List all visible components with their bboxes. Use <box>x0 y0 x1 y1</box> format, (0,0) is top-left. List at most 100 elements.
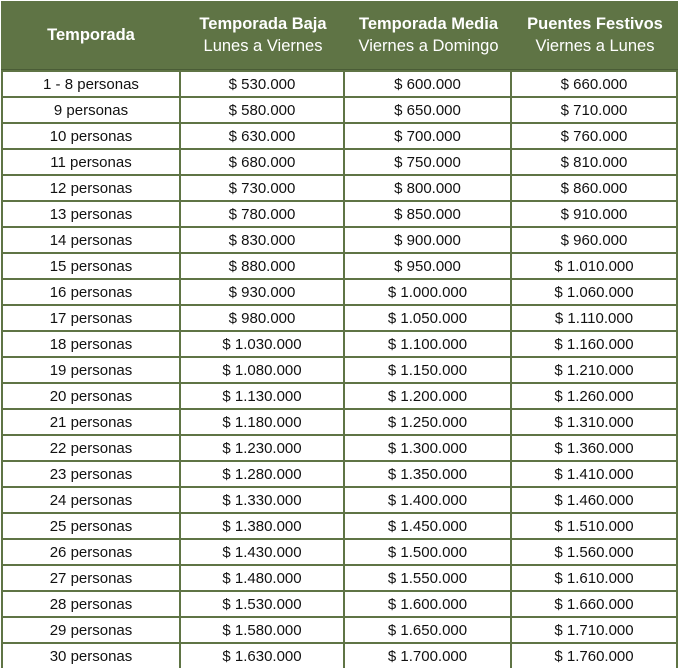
table-row: 25 personas $ 1.380.000 $ 1.450.000 $ 1.510… <box>1 514 678 540</box>
group-size-cell: 22 personas <box>1 436 181 462</box>
price-value: $ 760.000 <box>560 127 628 145</box>
price-value: $ 730.000 <box>228 179 296 197</box>
group-size-cell: 20 personas <box>1 384 181 410</box>
group-size-label: 10 personas <box>49 127 133 145</box>
price-temporada-media: $ 800.000 <box>345 176 512 202</box>
price-value: $ 580.000 <box>228 101 296 119</box>
header-subtitle: Viernes a Domingo <box>358 37 499 55</box>
price-temporada-media: $ 700.000 <box>345 124 512 150</box>
table-row: 21 personas $ 1.180.000 $ 1.250.000 $ 1.310… <box>1 410 678 436</box>
group-size-label: 18 personas <box>49 335 133 353</box>
group-size-cell: 25 personas <box>1 514 181 540</box>
price-value: $ 1.510.000 <box>554 517 634 535</box>
price-value: $ 1.400.000 <box>387 491 468 509</box>
price-value: $ 1.560.000 <box>554 543 634 561</box>
group-size-label: 13 personas <box>49 205 133 223</box>
price-puentes-festivos: $ 710.000 <box>512 98 678 124</box>
group-size-label: 22 personas <box>49 439 133 457</box>
group-size-cell: 13 personas <box>1 202 181 228</box>
price-temporada-baja: $ 1.630.000 <box>181 644 345 668</box>
group-size-label: 26 personas <box>49 543 133 561</box>
price-table: Temporada Temporada Baja Lunes a Viernes… <box>1 1 678 668</box>
price-temporada-media: $ 850.000 <box>345 202 512 228</box>
price-temporada-baja: $ 980.000 <box>181 306 345 332</box>
table-header: Temporada Temporada Baja Lunes a Viernes… <box>1 1 678 70</box>
price-temporada-media: $ 600.000 <box>345 70 512 98</box>
price-temporada-baja: $ 530.000 <box>181 70 345 98</box>
table-row: 23 personas $ 1.280.000 $ 1.350.000 $ 1.410… <box>1 462 678 488</box>
table-row: 24 personas $ 1.330.000 $ 1.400.000 $ 1.460… <box>1 488 678 514</box>
table-row: 14 personas $ 830.000 $ 900.000 $ 960.000 <box>1 228 678 254</box>
group-size-label: 30 personas <box>49 647 133 665</box>
price-temporada-baja: $ 930.000 <box>181 280 345 306</box>
price-value: $ 1.250.000 <box>387 413 468 431</box>
header-row: Temporada Temporada Baja Lunes a Viernes… <box>1 1 678 70</box>
price-value: $ 1.100.000 <box>387 335 468 353</box>
price-value: $ 1.350.000 <box>387 465 468 483</box>
group-size-cell: 15 personas <box>1 254 181 280</box>
group-size-cell: 18 personas <box>1 332 181 358</box>
price-temporada-baja: $ 580.000 <box>181 98 345 124</box>
price-temporada-media: $ 1.350.000 <box>345 462 512 488</box>
price-value: $ 1.200.000 <box>387 387 468 405</box>
price-temporada-baja: $ 680.000 <box>181 150 345 176</box>
price-temporada-media: $ 1.100.000 <box>345 332 512 358</box>
price-puentes-festivos: $ 1.260.000 <box>512 384 678 410</box>
price-temporada-baja: $ 780.000 <box>181 202 345 228</box>
price-value: $ 1.150.000 <box>387 361 468 379</box>
group-size-label: 25 personas <box>49 517 133 535</box>
price-value: $ 1.480.000 <box>222 569 302 587</box>
price-value: $ 830.000 <box>228 231 296 249</box>
header-puentes-festivos: Puentes Festivos Viernes a Lunes <box>512 1 678 70</box>
price-puentes-festivos: $ 810.000 <box>512 150 678 176</box>
price-puentes-festivos: $ 760.000 <box>512 124 678 150</box>
price-value: $ 1.160.000 <box>554 335 634 353</box>
price-value: $ 600.000 <box>394 75 461 93</box>
price-puentes-festivos: $ 1.210.000 <box>512 358 678 384</box>
price-temporada-baja: $ 830.000 <box>181 228 345 254</box>
price-value: $ 680.000 <box>228 153 296 171</box>
price-value: $ 1.760.000 <box>554 647 634 665</box>
group-size-cell: 11 personas <box>1 150 181 176</box>
price-value: $ 800.000 <box>394 179 461 197</box>
price-temporada-media: $ 1.050.000 <box>345 306 512 332</box>
price-temporada-baja: $ 1.430.000 <box>181 540 345 566</box>
group-size-label: 23 personas <box>49 465 133 483</box>
price-value: $ 1.060.000 <box>554 283 634 301</box>
group-size-cell: 16 personas <box>1 280 181 306</box>
price-value: $ 1.050.000 <box>387 309 468 327</box>
price-value: $ 1.710.000 <box>554 621 634 639</box>
price-value: $ 1.110.000 <box>554 309 634 327</box>
price-value: $ 1.180.000 <box>222 413 302 431</box>
price-value: $ 630.000 <box>228 127 296 145</box>
group-size-cell: 23 personas <box>1 462 181 488</box>
price-value: $ 910.000 <box>560 205 628 223</box>
group-size-cell: 12 personas <box>1 176 181 202</box>
table-row: 29 personas $ 1.580.000 $ 1.650.000 $ 1.710… <box>1 618 678 644</box>
header-subtitle: Lunes a Viernes <box>203 37 323 55</box>
price-temporada-media: $ 1.450.000 <box>345 514 512 540</box>
price-puentes-festivos: $ 860.000 <box>512 176 678 202</box>
price-puentes-festivos: $ 910.000 <box>512 202 678 228</box>
price-temporada-media: $ 1.250.000 <box>345 410 512 436</box>
group-size-cell: 21 personas <box>1 410 181 436</box>
group-size-cell: 26 personas <box>1 540 181 566</box>
price-value: $ 1.430.000 <box>222 543 302 561</box>
price-temporada-baja: $ 1.080.000 <box>181 358 345 384</box>
group-size-label: 11 personas <box>50 153 132 171</box>
price-value: $ 650.000 <box>394 101 461 119</box>
price-puentes-festivos: $ 960.000 <box>512 228 678 254</box>
price-value: $ 1.530.000 <box>222 595 302 613</box>
table-row: 1 - 8 personas $ 530.000 $ 600.000 $ 660.00… <box>1 70 678 98</box>
price-value: $ 780.000 <box>228 205 296 223</box>
price-temporada-media: $ 1.600.000 <box>345 592 512 618</box>
price-temporada-baja: $ 1.130.000 <box>181 384 345 410</box>
group-size-label: 28 personas <box>49 595 133 613</box>
table-row: 20 personas $ 1.130.000 $ 1.200.000 $ 1.260… <box>1 384 678 410</box>
group-size-label: 15 personas <box>49 257 133 275</box>
table-row: 19 personas $ 1.080.000 $ 1.150.000 $ 1.210… <box>1 358 678 384</box>
group-size-cell: 19 personas <box>1 358 181 384</box>
price-temporada-media: $ 1.500.000 <box>345 540 512 566</box>
price-value: $ 1.380.000 <box>222 517 302 535</box>
table-row: 28 personas $ 1.530.000 $ 1.600.000 $ 1.660… <box>1 592 678 618</box>
